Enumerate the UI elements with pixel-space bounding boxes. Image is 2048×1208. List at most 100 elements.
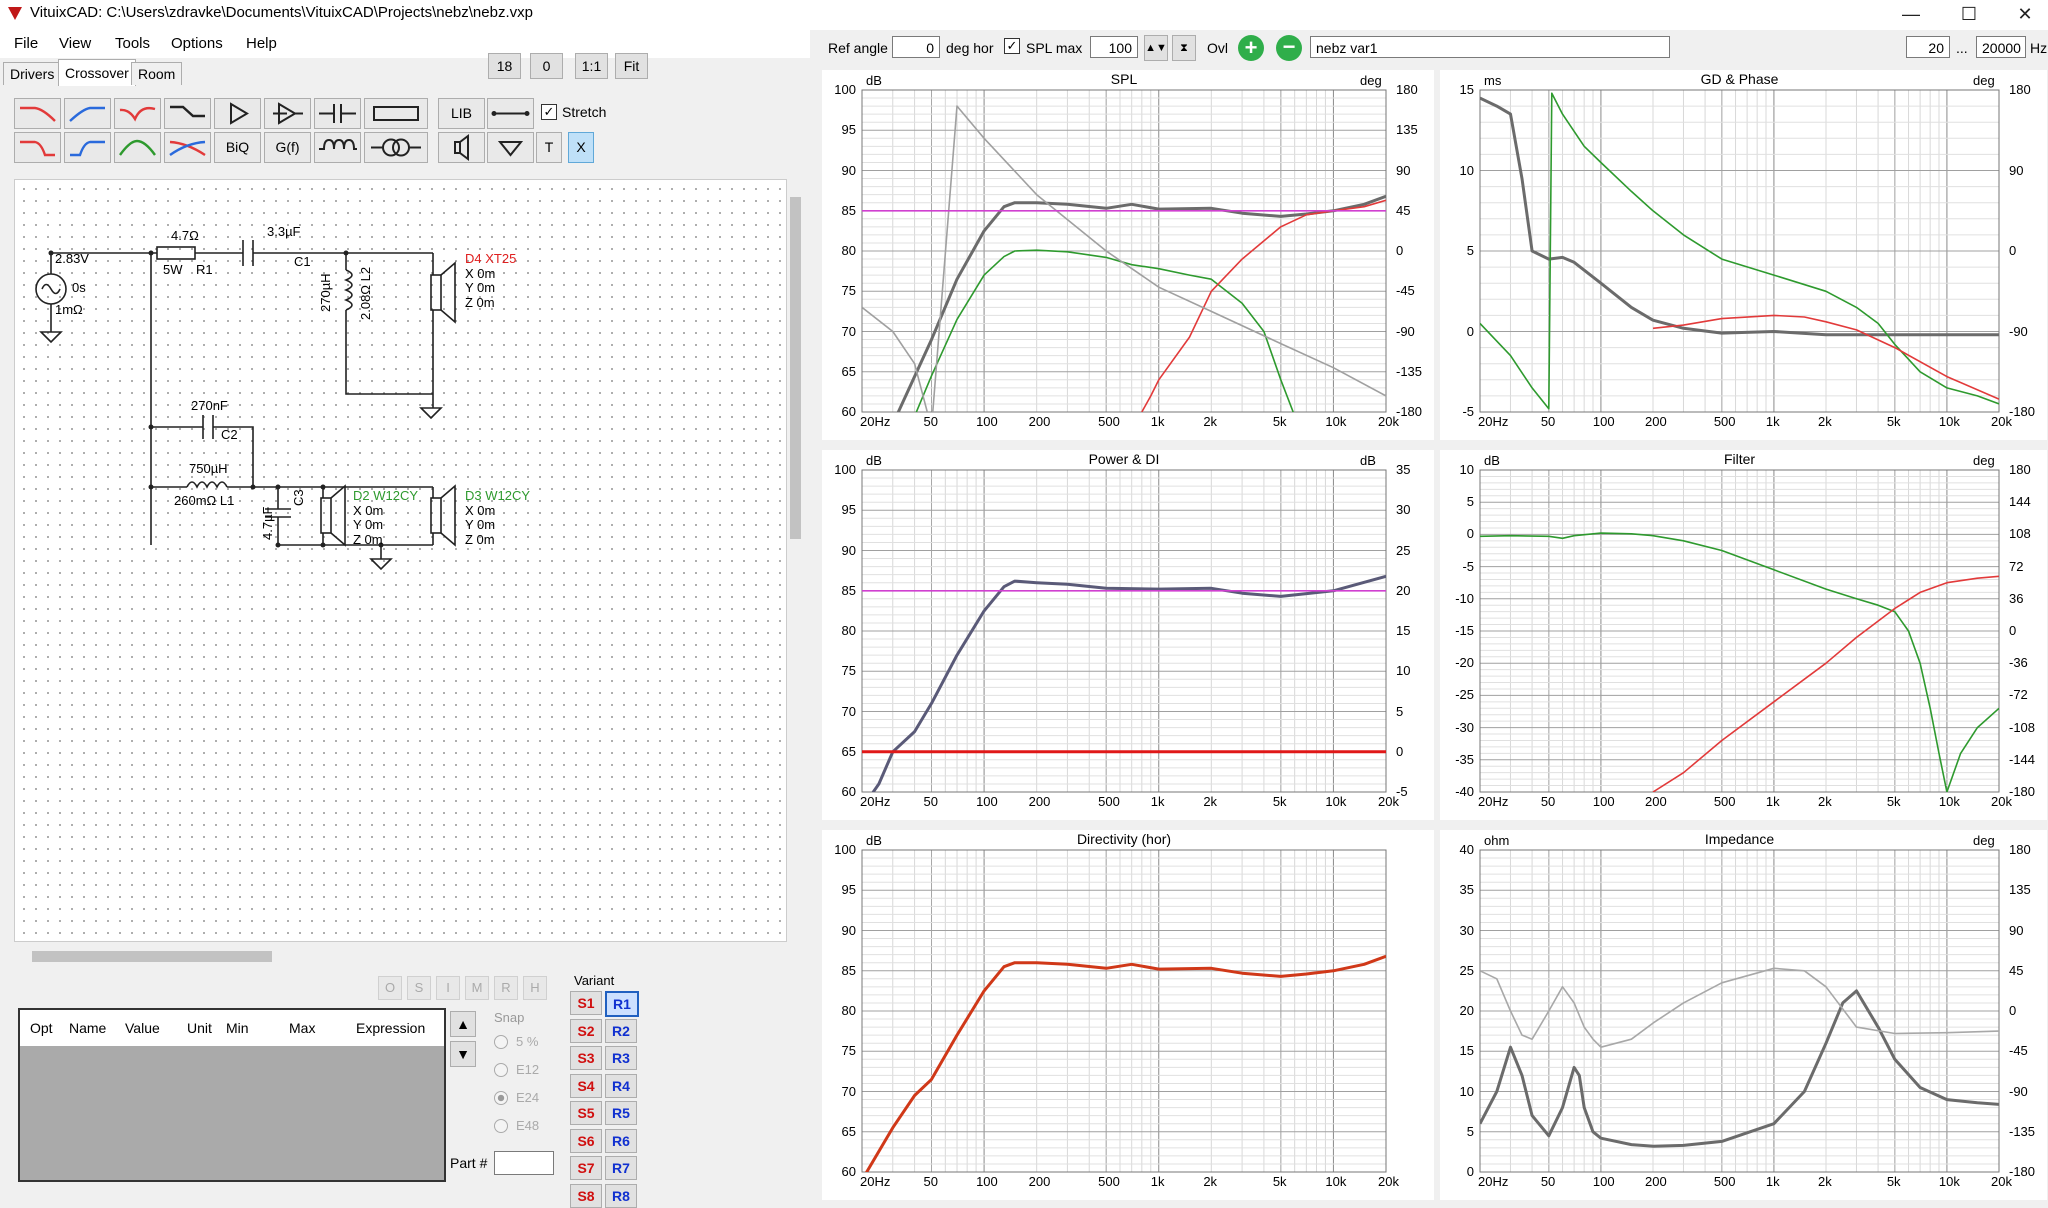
freq-max-input[interactable]: 20000 xyxy=(1976,36,2026,58)
tab-drivers[interactable]: Drivers xyxy=(3,62,62,85)
chart-directivity-hor[interactable]: Directivity (hor) dB 20Hz 50 100 200 500 1k 2k 5k… xyxy=(822,830,1434,1200)
col-min[interactable]: Min xyxy=(226,1020,249,1036)
offset-field[interactable]: 0 xyxy=(530,53,563,79)
variant-r4-button[interactable]: R4 xyxy=(605,1073,637,1098)
menu-tools[interactable]: Tools xyxy=(115,35,150,52)
mode-button-s[interactable]: S xyxy=(407,976,431,1000)
schematic-canvas[interactable]: 2.83V 0s 1mΩ 4.7Ω 5W R1 3.3µF C1 270µH 2… xyxy=(14,179,787,942)
col-name[interactable]: Name xyxy=(69,1020,106,1036)
chart-filter[interactable]: Filter dB deg 20Hz 50 100 200 500 1k 2k 5k 10k 20k 10… xyxy=(1440,450,2047,820)
biquad-button[interactable]: BiQ xyxy=(214,132,261,163)
schematic-vertical-scrollbar[interactable] xyxy=(787,179,804,940)
maximize-button[interactable]: ☐ xyxy=(1946,0,1992,30)
c2-value[interactable]: 270nF xyxy=(191,398,228,413)
c1-value[interactable]: 3.3µF xyxy=(267,224,301,239)
mode-button-m[interactable]: M xyxy=(465,976,489,1000)
variant-r6-button[interactable]: R6 xyxy=(605,1128,637,1153)
text-tool-button[interactable]: T xyxy=(536,132,562,163)
transfer-function-button[interactable]: G(f) xyxy=(264,132,311,163)
parameter-table[interactable]: Opt Name Value Unit Min Max Expression xyxy=(18,1008,446,1182)
wire-button[interactable] xyxy=(487,98,534,129)
highpass-2nd-button[interactable] xyxy=(64,132,111,163)
variant-r7-button[interactable]: R7 xyxy=(605,1156,637,1180)
crossover-pair-button[interactable] xyxy=(164,132,211,163)
mode-button-o[interactable]: O xyxy=(378,976,402,1000)
menu-file[interactable]: File xyxy=(14,35,38,52)
variant-s5-button[interactable]: S5 xyxy=(570,1101,602,1125)
spl-max-checkbox[interactable]: ✓ xyxy=(1004,38,1020,54)
scroll-thumb[interactable] xyxy=(32,951,272,962)
variant-s2-button[interactable]: S2 xyxy=(570,1018,602,1043)
notch-filter-button[interactable] xyxy=(114,98,161,129)
ground-button[interactable] xyxy=(487,132,534,163)
menu-options[interactable]: Options xyxy=(171,35,223,52)
chart-power-di[interactable]: Power & DI dB dB 20Hz 50 100 200 500 1k 2k 5k 10k 20… xyxy=(822,450,1434,820)
tab-crossover[interactable]: Crossover xyxy=(58,59,136,86)
transformer-button[interactable] xyxy=(364,132,428,163)
highpass-1st-button[interactable] xyxy=(64,98,111,129)
variant-r3-button[interactable]: R3 xyxy=(605,1046,637,1070)
spl-max-spin-icon[interactable]: ▲▼ xyxy=(1144,35,1168,61)
lowpass-1st-button[interactable] xyxy=(14,98,61,129)
overlay-name-input[interactable]: nebz var1 xyxy=(1310,36,1670,58)
mode-button-i[interactable]: I xyxy=(436,976,460,1000)
delete-tool-button[interactable]: X xyxy=(568,132,594,163)
minimize-button[interactable]: — xyxy=(1888,0,1934,30)
col-expression[interactable]: Expression xyxy=(356,1020,425,1036)
capacitor-button[interactable] xyxy=(314,98,361,129)
zoom-1-1-button[interactable]: 1:1 xyxy=(575,53,608,79)
variant-r1-button[interactable]: R1 xyxy=(605,991,639,1017)
grid-size-field[interactable]: 18 xyxy=(488,53,521,79)
source-impedance[interactable]: 1mΩ xyxy=(55,302,83,317)
col-value[interactable]: Value xyxy=(125,1020,160,1036)
lowpass-2nd-button[interactable] xyxy=(14,132,61,163)
variant-s6-button[interactable]: S6 xyxy=(570,1128,602,1153)
stretch-checkbox[interactable]: ✓ xyxy=(541,104,557,120)
tab-room[interactable]: Room xyxy=(131,62,183,85)
snap-radio-5pct[interactable] xyxy=(494,1035,508,1049)
snap-radio-e12[interactable] xyxy=(494,1063,508,1077)
source-voltage[interactable]: 2.83V xyxy=(55,251,89,266)
d3-name[interactable]: D3 W12CY xyxy=(465,488,530,503)
chart-spl[interactable]: SPL dB deg 20Hz 50 100 200 500 1k 2k 5k 10k 20k 100 95… xyxy=(822,70,1434,440)
move-up-icon[interactable]: ▲ xyxy=(450,1011,476,1037)
col-max[interactable]: Max xyxy=(289,1020,315,1036)
variant-s3-button[interactable]: S3 xyxy=(570,1046,602,1070)
snap-radio-e24[interactable] xyxy=(494,1091,508,1105)
chart-gd-phase[interactable]: GD & Phase ms deg 20Hz 50 100 200 500 1k 2k 5k 10k 2… xyxy=(1440,70,2047,440)
add-overlay-icon[interactable]: + xyxy=(1238,35,1264,61)
bandpass-button[interactable] xyxy=(114,132,161,163)
remove-overlay-icon[interactable]: − xyxy=(1276,35,1302,61)
freq-min-input[interactable]: 20 xyxy=(1906,36,1950,58)
l1-value[interactable]: 750µH xyxy=(189,461,228,476)
library-button[interactable]: LIB xyxy=(438,98,485,129)
inductor-button[interactable] xyxy=(314,132,361,163)
variant-s1-button[interactable]: S1 xyxy=(570,991,602,1015)
spl-auto-icon[interactable]: ⧗ xyxy=(1172,35,1196,61)
d2-name[interactable]: D2 W12CY xyxy=(353,488,418,503)
shelf-filter-button[interactable] xyxy=(164,98,211,129)
resistor-button[interactable] xyxy=(364,98,428,129)
chart-impedance[interactable]: Impedance ohm deg 20Hz 50 100 200 500 1k 2k 5k 10k 2… xyxy=(1440,830,2047,1200)
variant-r2-button[interactable]: R2 xyxy=(605,1018,637,1043)
r1-value[interactable]: 4.7Ω xyxy=(171,228,199,243)
driver-button[interactable] xyxy=(438,132,485,163)
l2-value[interactable]: 270µH xyxy=(318,273,333,312)
snap-radio-e48[interactable] xyxy=(494,1119,508,1133)
variant-s4-button[interactable]: S4 xyxy=(570,1073,602,1098)
zoom-fit-button[interactable]: Fit xyxy=(615,53,648,79)
amplifier-button[interactable] xyxy=(214,98,261,129)
menu-help[interactable]: Help xyxy=(246,35,277,52)
c3-value[interactable]: 4.7µF xyxy=(260,506,275,540)
d4-name[interactable]: D4 XT25 xyxy=(465,251,516,266)
col-opt[interactable]: Opt xyxy=(30,1020,53,1036)
delay-amplifier-button[interactable] xyxy=(264,98,311,129)
menu-view[interactable]: View xyxy=(59,35,91,52)
mode-button-h[interactable]: H xyxy=(523,976,547,1000)
mode-button-r[interactable]: R xyxy=(494,976,518,1000)
move-down-icon[interactable]: ▼ xyxy=(450,1041,476,1067)
variant-s7-button[interactable]: S7 xyxy=(570,1156,602,1180)
col-unit[interactable]: Unit xyxy=(187,1020,212,1036)
schematic-horizontal-scrollbar[interactable] xyxy=(14,948,785,965)
close-button[interactable]: ✕ xyxy=(2002,0,2048,30)
